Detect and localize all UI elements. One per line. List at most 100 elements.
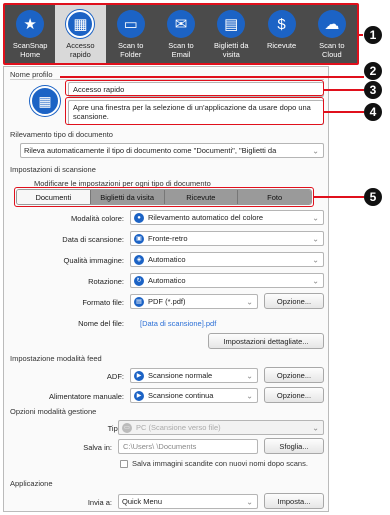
type-label: Tipo: bbox=[107, 424, 124, 433]
quality-icon: ◈ bbox=[134, 254, 144, 265]
image-quality-label: Qualità immagine: bbox=[63, 256, 124, 265]
send-to-select[interactable]: Quick Menu ⌄ bbox=[118, 494, 258, 509]
chevron-down-icon: ⌄ bbox=[312, 146, 319, 155]
adf-option-button[interactable]: Opzione... bbox=[264, 367, 324, 383]
pc-icon: ▭ bbox=[122, 422, 132, 433]
type-value: PC (Scansione verso file) bbox=[136, 423, 221, 432]
doc-detection-select[interactable]: Rileva automaticamente il tipo di docume… bbox=[20, 143, 324, 158]
send-to-value: Quick Menu bbox=[122, 497, 163, 506]
profile-name-section-label: Nome profilo bbox=[10, 70, 53, 79]
toolbar-item-label: Accesso rapido bbox=[66, 41, 95, 59]
callout-5-connector bbox=[314, 196, 364, 198]
browse-button[interactable]: Sfoglia... bbox=[264, 438, 324, 454]
rename-after-scan-checkbox[interactable] bbox=[120, 460, 128, 468]
rotation-label: Rotazione: bbox=[88, 277, 124, 286]
callout-4-connector bbox=[324, 111, 364, 113]
rotation-select[interactable]: ↻ Automatico ⌄ bbox=[130, 273, 324, 288]
chevron-down-icon: ⌄ bbox=[312, 255, 319, 264]
callout-1-connector bbox=[359, 34, 363, 36]
rotation-value: Automatico bbox=[148, 276, 186, 285]
star-icon: ★ bbox=[16, 10, 45, 38]
file-name-link[interactable]: [Data di scansione].pdf bbox=[140, 319, 216, 328]
rename-after-scan-label: Salva immagini scandite con nuovi nomi d… bbox=[132, 459, 308, 468]
image-quality-select[interactable]: ◈ Automatico ⌄ bbox=[130, 252, 324, 267]
profile-toolbar: ★ ScanSnap Home ▦ Accesso rapido ▭ Scan … bbox=[3, 3, 359, 65]
callout-3-connector bbox=[324, 89, 364, 91]
chevron-down-icon: ⌄ bbox=[246, 297, 253, 306]
manual-feed-label: Alimentatore manuale: bbox=[48, 392, 124, 401]
toolbar-item-label: Ricevute bbox=[266, 41, 297, 50]
adf-select[interactable]: ▶ Scansione normale ⌄ bbox=[130, 368, 258, 383]
feed-icon: ▶ bbox=[134, 370, 144, 381]
scan-settings-section-label: Impostazioni di scansione bbox=[10, 165, 96, 174]
profile-settings-panel: Nome profilo Accesso rapido Apre una fin… bbox=[3, 66, 329, 512]
color-mode-label: Modalità colore: bbox=[71, 214, 124, 223]
manual-feed-value: Scansione continua bbox=[148, 391, 214, 400]
color-icon: ● bbox=[134, 212, 144, 223]
toolbar-item-label: Scan to Email bbox=[168, 41, 194, 59]
adf-value: Scansione normale bbox=[148, 371, 213, 380]
chevron-down-icon: ⌄ bbox=[312, 234, 319, 243]
profile-name-highlight bbox=[65, 80, 324, 96]
folder-icon: ▭ bbox=[116, 10, 145, 38]
manual-feed-select[interactable]: ▶ Scansione continua ⌄ bbox=[130, 388, 258, 403]
toolbar-item-scansnap-home[interactable]: ★ ScanSnap Home bbox=[5, 5, 55, 63]
scan-side-select[interactable]: ▣ Fronte-retro ⌄ bbox=[130, 231, 324, 246]
grid-icon: ▦ bbox=[30, 86, 60, 116]
doc-detection-value: Rileva automaticamente il tipo di docume… bbox=[24, 146, 277, 155]
toolbar-item-label: ScanSnap Home bbox=[12, 41, 48, 59]
card-icon: ▤ bbox=[217, 10, 246, 38]
callout-number: 5 bbox=[364, 188, 382, 206]
file-format-option-button[interactable]: Opzione... bbox=[264, 293, 324, 309]
mail-icon: ✉ bbox=[166, 10, 195, 38]
document-tabs-highlight bbox=[14, 187, 314, 207]
color-mode-value: Rilevamento automatico del colore bbox=[148, 213, 264, 222]
cloud-icon: ☁ bbox=[317, 10, 346, 38]
send-to-label: Invia a: bbox=[87, 498, 112, 507]
adf-label: ADF: bbox=[106, 372, 124, 381]
receipt-icon: $ bbox=[267, 10, 296, 38]
callout-number: 3 bbox=[364, 81, 382, 99]
color-mode-select[interactable]: ● Rilevamento automatico del colore ⌄ bbox=[130, 210, 324, 225]
toolbar-item-ricevute[interactable]: $ Ricevute bbox=[256, 5, 306, 63]
chevron-down-icon: ⌄ bbox=[246, 371, 253, 380]
profile-description-highlight bbox=[65, 97, 324, 125]
chevron-down-icon: ⌄ bbox=[312, 213, 319, 222]
pdf-icon: ▤ bbox=[134, 296, 144, 307]
save-in-input[interactable]: C:\Users\ \Documents bbox=[118, 439, 258, 454]
application-section-label: Applicazione bbox=[10, 479, 53, 488]
toolbar-item-label: Scan to Cloud bbox=[319, 41, 345, 59]
scan-side-label: Data di scansione: bbox=[62, 235, 124, 244]
set-application-button[interactable]: Imposta... bbox=[264, 493, 324, 509]
callout-number: 2 bbox=[364, 62, 382, 80]
toolbar-item-accesso-rapido[interactable]: ▦ Accesso rapido bbox=[55, 5, 106, 63]
callout-number: 4 bbox=[364, 103, 382, 121]
type-select[interactable]: ▭ PC (Scansione verso file) ⌄ bbox=[118, 420, 324, 435]
chevron-down-icon: ⌄ bbox=[246, 497, 253, 506]
feed-mode-section-label: Impostazione modalità feed bbox=[10, 354, 102, 363]
file-format-select[interactable]: ▤ PDF (*.pdf) ⌄ bbox=[130, 294, 258, 309]
grid-icon: ▦ bbox=[66, 10, 95, 38]
chevron-down-icon: ⌄ bbox=[312, 276, 319, 285]
toolbar-item-scan-to-folder[interactable]: ▭ Scan to Folder bbox=[106, 5, 156, 63]
feed-icon: ▶ bbox=[134, 390, 144, 401]
save-in-label: Salva in: bbox=[83, 443, 112, 452]
chevron-down-icon: ⌄ bbox=[312, 423, 319, 432]
manual-feed-option-button[interactable]: Opzione... bbox=[264, 387, 324, 403]
duplex-icon: ▣ bbox=[134, 233, 144, 244]
doc-detection-section-label: Rilevamento tipo di documento bbox=[10, 130, 113, 139]
rotate-icon: ↻ bbox=[134, 275, 144, 286]
toolbar-item-label: Scan to Folder bbox=[117, 41, 144, 59]
image-quality-value: Automatico bbox=[148, 255, 186, 264]
callout-number: 1 bbox=[364, 26, 382, 44]
advanced-settings-button[interactable]: Impostazioni dettagliate... bbox=[208, 333, 324, 349]
scan-side-value: Fronte-retro bbox=[148, 234, 188, 243]
file-name-label: Nome del file: bbox=[78, 319, 124, 328]
file-format-label: Formato file: bbox=[82, 298, 124, 307]
toolbar-item-label: Biglietti da visita bbox=[213, 41, 249, 59]
chevron-down-icon: ⌄ bbox=[246, 391, 253, 400]
toolbar-item-scan-to-cloud[interactable]: ☁ Scan to Cloud bbox=[307, 5, 357, 63]
toolbar-item-scan-to-email[interactable]: ✉ Scan to Email bbox=[156, 5, 206, 63]
toolbar-item-biglietti-da-visita[interactable]: ▤ Biglietti da visita bbox=[206, 5, 256, 63]
management-section-label: Opzioni modalità gestione bbox=[10, 407, 97, 416]
